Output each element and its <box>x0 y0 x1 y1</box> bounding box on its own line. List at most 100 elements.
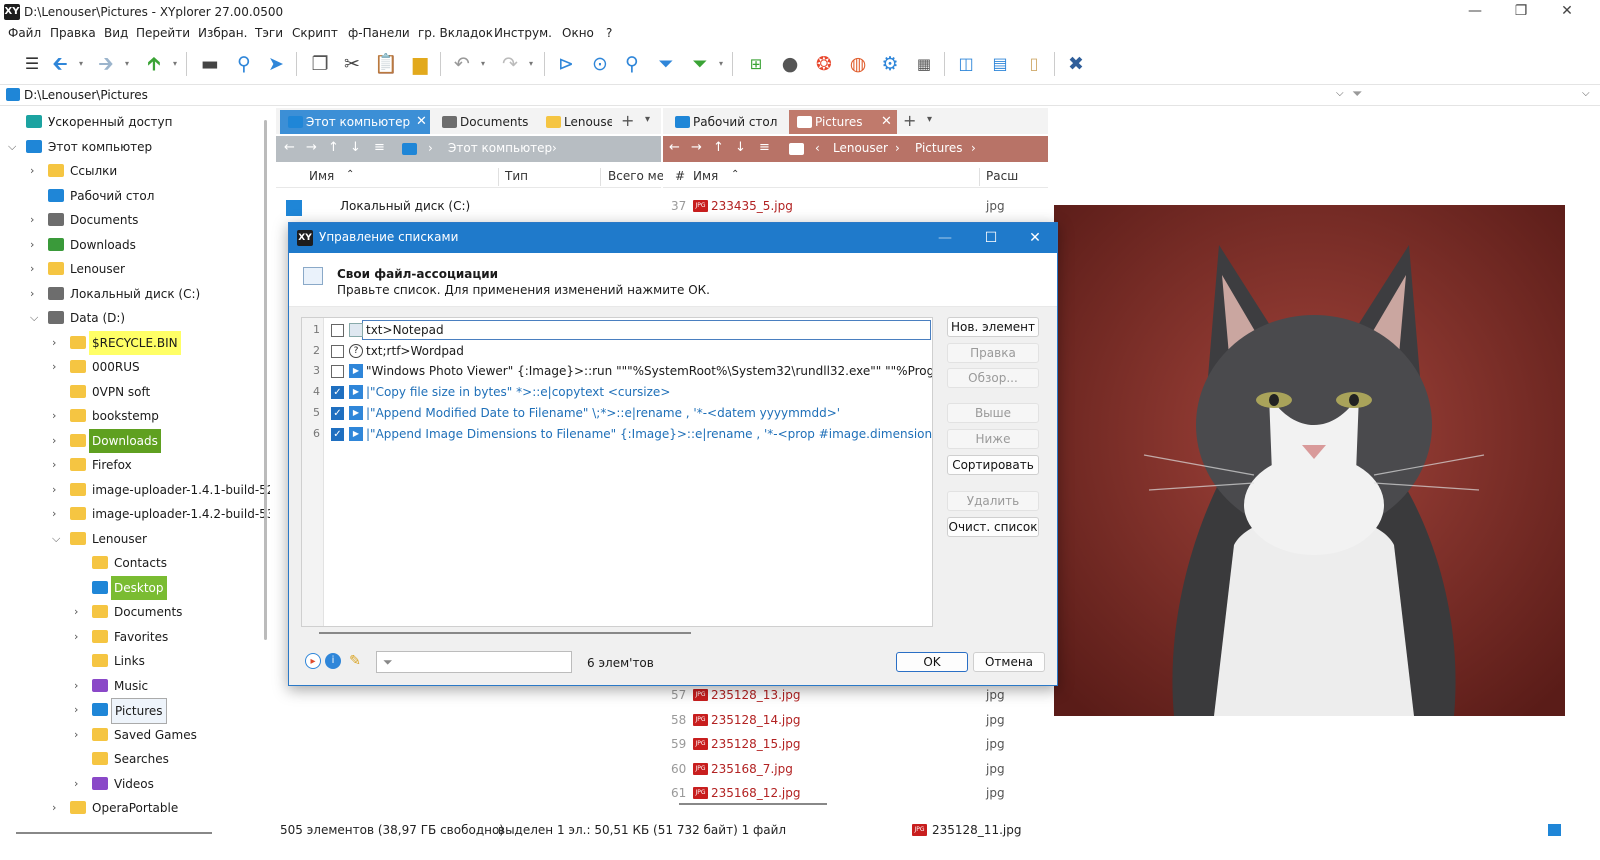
list-menu-icon[interactable]: ≡ <box>759 140 770 155</box>
find-files-icon[interactable]: ⚲ <box>618 50 646 78</box>
expand-chevron-icon[interactable]: › <box>74 600 86 624</box>
back-icon[interactable]: ← <box>284 140 295 155</box>
expand-chevron-icon[interactable]: › <box>74 698 86 722</box>
expand-chevron-icon[interactable]: › <box>52 429 64 453</box>
cut-icon[interactable]: ✂ <box>338 50 366 78</box>
copy-icon[interactable]: ❐ <box>306 50 334 78</box>
tree-item[interactable]: › Downloads <box>0 233 264 257</box>
tools-icon[interactable]: ✖ <box>1062 50 1090 78</box>
menu-tags[interactable]: Тэги <box>255 26 283 40</box>
collapse-chevron-icon[interactable]: ⌵ <box>30 306 42 330</box>
column-type[interactable]: Тип <box>505 169 528 183</box>
tree-item[interactable]: › Pictures <box>0 698 264 724</box>
dialog-minimize-icon[interactable]: — <box>925 226 965 250</box>
paste-icon[interactable]: 📋 <box>372 50 400 78</box>
delete-button[interactable]: Удалить <box>947 491 1039 511</box>
collapse-chevron-icon[interactable]: ⌵ <box>8 135 20 159</box>
tree-item[interactable]: › Music <box>0 674 264 698</box>
inline-edit-box[interactable] <box>362 320 931 340</box>
tab-documents[interactable]: Documents <box>434 110 530 134</box>
tree-item[interactable]: ⌵ Lenouser <box>0 527 264 551</box>
preview-pane-icon[interactable]: ▯ <box>1020 50 1048 78</box>
list-item[interactable]: 4 ✓ ▶ |"Copy file size in bytes" *>::e|copy… <box>302 382 932 402</box>
column-name[interactable]: Имя <box>309 169 334 183</box>
back-icon[interactable]: ← <box>669 140 680 155</box>
close-button[interactable]: ✕ <box>1544 0 1590 24</box>
redo-icon[interactable]: ↷ <box>496 50 524 78</box>
tree-item[interactable]: › bookstemp <box>0 404 264 428</box>
ok-button[interactable]: OK <box>896 652 968 672</box>
tree-item[interactable]: › Локальный диск (C:) <box>0 282 264 306</box>
tree-item[interactable]: › Downloads <box>0 428 264 453</box>
tree-scrollbar[interactable] <box>264 120 267 640</box>
expand-chevron-icon[interactable]: › <box>52 453 64 477</box>
file-row[interactable]: 37 JPG 233435_5.jpg jpg <box>663 194 1048 218</box>
expand-chevron-icon[interactable]: › <box>74 772 86 796</box>
edit-pencil-icon[interactable]: ✎ <box>347 653 363 669</box>
tree-item[interactable]: › Firefox <box>0 453 264 477</box>
forward-icon[interactable]: → <box>691 140 702 155</box>
new-tab-icon[interactable]: + <box>903 111 916 130</box>
tree-item[interactable]: › Favorites <box>0 625 264 649</box>
tree-item[interactable]: Ускоренный доступ <box>0 110 264 134</box>
tree-item[interactable]: ⌵ Data (D:) <box>0 306 264 330</box>
computer-icon[interactable]: ▬ <box>196 50 224 78</box>
filter-dropdown-icon[interactable]: ⌵ <box>1582 88 1590 99</box>
item-checkbox[interactable] <box>331 365 344 379</box>
move-down-button[interactable]: Ниже <box>947 429 1039 449</box>
tree-item[interactable]: › Lenouser <box>0 257 264 281</box>
tree-item[interactable]: › OperaPortable <box>0 796 264 820</box>
expand-chevron-icon[interactable]: › <box>52 502 64 526</box>
expand-chevron-icon[interactable]: › <box>52 404 64 428</box>
address-path[interactable]: D:\Lenouser\Pictures <box>24 88 148 102</box>
up-dropdown-icon[interactable]: ▾ <box>170 52 180 76</box>
back-arrow-icon[interactable]: 🡰 <box>46 50 74 78</box>
file-row[interactable]: 59 JPG 235128_15.jpg jpg <box>663 732 1048 756</box>
tree-item[interactable]: › Documents <box>0 208 264 232</box>
breadcrumb-pictures[interactable]: Pictures <box>915 141 963 155</box>
edit-button[interactable]: Правка <box>947 343 1039 363</box>
menu-help[interactable]: ? <box>606 26 612 40</box>
expand-chevron-icon[interactable]: › <box>30 233 42 257</box>
dark-mode-icon[interactable]: ● <box>776 50 804 78</box>
tree-item[interactable]: Searches <box>0 747 264 771</box>
tree-item[interactable]: › image-uploader-1.4.1-build-521! <box>0 478 270 502</box>
tab-desktop[interactable]: Рабочий стол <box>667 110 783 134</box>
back-dropdown-icon[interactable]: ▾ <box>76 52 86 76</box>
collapse-chevron-icon[interactable]: ⌵ <box>52 527 64 551</box>
expand-chevron-icon[interactable]: › <box>30 282 42 306</box>
file-row[interactable]: 57 JPG 235128_13.jpg jpg <box>663 683 1048 707</box>
color-filter-icon[interactable]: ❂ <box>810 50 838 78</box>
new-tab-icon[interactable]: + <box>621 111 634 130</box>
menu-go[interactable]: Перейти <box>136 26 190 40</box>
maximize-button[interactable]: ❐ <box>1498 0 1544 24</box>
forward-arrow-icon[interactable]: 🡲 <box>92 50 120 78</box>
filter-input[interactable]: ⏷ <box>376 651 572 673</box>
browse-button[interactable]: Обзор... <box>947 368 1039 388</box>
file-row[interactable]: 58 JPG 235128_14.jpg jpg <box>663 708 1048 732</box>
tab-lenouser[interactable]: Lenouse <box>538 110 612 134</box>
new-folder-icon[interactable]: ▆ <box>406 50 434 78</box>
tree-horizontal-scrollbar[interactable] <box>16 832 212 834</box>
tree-toggle-icon[interactable]: ⊞ <box>742 50 770 78</box>
tree-item[interactable]: Contacts <box>0 551 264 575</box>
file-row[interactable]: 60 JPG 235168_7.jpg jpg <box>663 757 1048 781</box>
item-checkbox[interactable] <box>331 324 344 337</box>
menu-tools[interactable]: Инструм. <box>494 26 552 40</box>
tree-item[interactable]: › Documents <box>0 600 264 624</box>
menu-favorites[interactable]: Избран. <box>198 26 247 40</box>
ball-icon[interactable]: ◍ <box>844 50 872 78</box>
breadcrumb-this-computer[interactable]: Этот компьютер <box>448 141 552 155</box>
column-name[interactable]: Имя <box>693 169 718 183</box>
tab-list-dropdown-icon[interactable]: ▾ <box>927 114 932 125</box>
up-icon[interactable]: ↑ <box>328 140 339 155</box>
menu-edit[interactable]: Правка <box>50 26 96 40</box>
expand-chevron-icon[interactable]: › <box>52 478 64 502</box>
list-item[interactable]: 1 txt>Notepad <box>302 320 932 340</box>
filter-icon[interactable]: ⏷ <box>652 50 680 78</box>
forward-icon[interactable]: → <box>306 140 317 155</box>
move-up-button[interactable]: Выше <box>947 403 1039 423</box>
right-horizontal-scrollbar[interactable] <box>679 803 827 805</box>
menu-view[interactable]: Вид <box>104 26 128 40</box>
list-item[interactable]: 3 ▶ "Windows Photo Viewer" {:Image}>::run … <box>302 361 932 381</box>
